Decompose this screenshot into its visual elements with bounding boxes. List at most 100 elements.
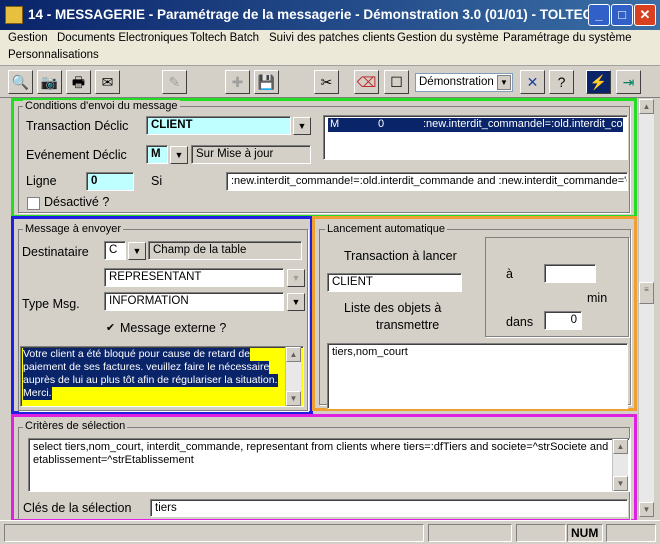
event-code-field[interactable]: M [146,145,168,164]
line-label: Ligne [26,174,57,188]
keys-label: Clés de la sélection [23,501,132,515]
menu-documents[interactable]: Documents Electroniques [57,32,188,44]
message-title: Message à envoyer [23,223,123,235]
dest-value-dropdown[interactable]: ▼ [287,269,305,287]
scroll-down-icon[interactable]: ▼ [613,476,628,491]
menu-personnalisations[interactable]: Personnalisations [8,49,99,61]
menu-gestion-systeme[interactable]: Gestion du système [397,32,499,44]
edit-icon[interactable]: ✎ [162,70,187,94]
transaction-field[interactable]: CLIENT [146,116,291,135]
menu-gestion[interactable]: Gestion [8,32,48,44]
message-text[interactable]: Votre client a été bloqué pour cause de … [20,346,304,407]
objects-label-2: transmettre [376,318,440,332]
transaction-label: Transaction Déclic [26,119,129,133]
toolbar: 🔍 📷 🖶 ✉ ✎ ✚ 💾 ✂ ⌫ ☐ ✕ ? ⚡ ⇥ [0,67,660,98]
menu-patches[interactable]: Suivi des patches clients [269,32,395,44]
query-field[interactable]: select tiers,nom_court, interdit_command… [28,438,630,492]
in-field[interactable]: 0 [544,311,582,330]
query-scrollbar[interactable]: ▲ ▼ [612,439,628,491]
disabled-label: Désactivé ? [44,195,110,209]
external-label: Message externe ? [120,321,227,335]
scroll-thumb[interactable]: ≡ [639,282,654,304]
list-item[interactable]: M 0 :new.interdit_commandel=:old.interdi… [328,118,627,132]
exit-icon[interactable]: ⇥ [616,70,641,94]
dest-desc-field: Champ de la table [148,241,302,260]
list-col-3: :new.interdit_commandel=:old.interdit_co… [423,118,628,130]
add-icon[interactable]: ✚ [225,70,250,94]
at-label: à [506,267,513,281]
camera-icon[interactable]: 📷 [37,70,62,94]
print-icon[interactable]: 🖶 [66,70,91,94]
menu-toltech-batch[interactable]: Toltech Batch [190,32,259,44]
eraser-icon[interactable]: ⌫ [354,70,379,94]
launch-transaction-field[interactable]: CLIENT [327,273,462,292]
app-icon [5,6,23,24]
dest-label: Destinataire [22,245,89,259]
close-button[interactable]: ✕ [634,4,656,26]
dest-dropdown[interactable]: ▼ [128,242,146,260]
dest-value-field[interactable]: REPRESENTANT [104,268,284,287]
message-panel: Message à envoyer Destinataire C ▼ Champ… [11,216,313,414]
status-pane-5 [606,524,656,542]
min-label: min [587,291,608,305]
title-bar: 14 - MESSAGERIE - Paramétrage de la mess… [0,0,660,30]
criteria-title: Critères de sélection [23,420,128,432]
num-indicator: NUM [567,524,603,542]
scroll-up-icon[interactable]: ▲ [639,99,654,114]
disabled-checkbox[interactable] [27,197,40,210]
help-icon[interactable]: ? [549,70,574,94]
message-line-2: paiement de ses factures. veuillez faire… [23,361,270,374]
objects-field[interactable]: tiers,nom_court [327,343,628,409]
menu-parametrage[interactable]: Paramétrage du système [503,32,631,44]
mail-delete-icon[interactable]: ✉ [95,70,120,94]
launch-panel: Lancement automatique Transaction à lanc… [312,216,637,411]
scroll-up-icon[interactable]: ▲ [613,439,628,454]
message-line-1: Votre client a été bloqué pour cause de … [23,348,251,361]
scroll-up-icon[interactable]: ▲ [286,347,301,362]
objects-label-1: Liste des objets à [344,301,442,315]
query-line-2: etablissement=^strEtablissement [33,454,194,466]
type-field[interactable]: INFORMATION [104,292,284,311]
conditions-title: Conditions d'envoi du message [23,100,180,112]
external-checkbox[interactable]: ✔ [104,323,117,336]
company-select-value: Démonstration 3 [419,76,504,88]
at-field[interactable] [544,264,596,283]
type-dropdown[interactable]: ▼ [287,293,305,311]
preview-icon[interactable]: 🔍 [8,70,33,94]
message-scrollbar[interactable]: ▲ ▼ [285,347,301,406]
main-scrollbar[interactable]: ▲ ≡ ▼ [638,99,654,517]
save-icon[interactable]: 💾 [254,70,279,94]
event-label: Evénement Déclic [26,148,127,162]
launch-transaction-label: Transaction à lancer [344,249,457,263]
line-field[interactable]: 0 [86,172,134,191]
tools-icon[interactable]: ✕ [520,70,545,94]
event-desc-field: Sur Mise à jour [191,145,311,164]
si-label: Si [151,174,163,188]
conditions-panel: Conditions d'envoi du message Transactio… [11,98,637,218]
minimize-button[interactable]: _ [588,4,610,26]
company-select[interactable]: Démonstration 3 ▼ [415,73,513,92]
window-title: 14 - MESSAGERIE - Paramétrage de la mess… [28,7,603,22]
menu-bar: Gestion Documents Electroniques Toltech … [0,30,660,66]
new-page-icon[interactable]: ☐ [384,70,409,94]
wand-icon[interactable]: ⚡ [586,70,611,94]
status-pane-2 [428,524,512,542]
message-line-4: Merci. [23,387,52,400]
status-pane-1 [4,524,424,542]
keys-field[interactable]: tiers [150,499,628,517]
list-col-2: 0 [378,118,385,130]
cut-icon[interactable]: ✂ [314,70,339,94]
scroll-down-icon[interactable]: ▼ [639,502,654,517]
type-label: Type Msg. [22,297,80,311]
maximize-button[interactable]: □ [611,4,633,26]
condition-field[interactable]: :new.interdit_commande!=:old.interdit_co… [226,172,628,191]
dest-code-field[interactable]: C [104,241,126,260]
status-pane-3 [516,524,566,542]
conditions-list[interactable]: M 0 :new.interdit_commandel=:old.interdi… [323,115,628,160]
transaction-dropdown[interactable]: ▼ [293,117,311,135]
event-dropdown[interactable]: ▼ [170,146,188,164]
status-bar: NUM [0,520,660,544]
message-line-3: auprès de lui au plus tôt afin de régula… [23,374,278,387]
scroll-down-icon[interactable]: ▼ [286,391,301,406]
in-label: dans [506,315,534,329]
